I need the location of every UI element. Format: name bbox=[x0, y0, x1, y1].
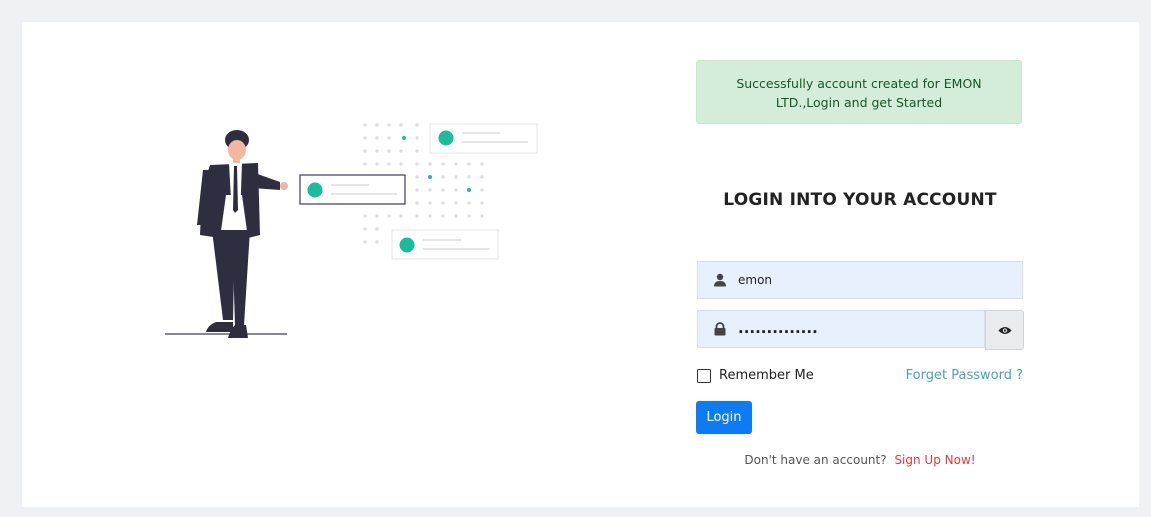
lock-icon bbox=[714, 322, 726, 336]
username-field[interactable]: emon bbox=[697, 261, 1023, 299]
username-value: emon bbox=[738, 273, 773, 287]
signup-row: Don't have an account? Sign Up Now! bbox=[696, 453, 1024, 467]
login-illustration bbox=[165, 123, 538, 338]
forgot-password-link[interactable]: Forget Password ? bbox=[906, 368, 1023, 383]
eye-icon bbox=[997, 326, 1012, 334]
page-title: LOGIN INTO YOUR ACCOUNT bbox=[723, 190, 997, 210]
remember-me[interactable]: Remember Me bbox=[697, 368, 814, 383]
success-alert: Successfully account created for EMON LT… bbox=[696, 60, 1022, 124]
signup-prompt: Don't have an account? bbox=[744, 453, 887, 467]
password-value: .............. bbox=[738, 319, 818, 337]
password-field[interactable]: .............. bbox=[697, 310, 985, 348]
remember-me-checkbox[interactable] bbox=[697, 368, 711, 383]
toggle-password-button[interactable] bbox=[985, 310, 1024, 350]
signup-link[interactable]: Sign Up Now! bbox=[894, 453, 975, 467]
success-alert-text: Successfully account created for EMON LT… bbox=[736, 76, 982, 110]
remember-me-label: Remember Me bbox=[719, 368, 814, 383]
login-button[interactable]: Login bbox=[696, 401, 752, 434]
user-icon bbox=[714, 273, 726, 287]
